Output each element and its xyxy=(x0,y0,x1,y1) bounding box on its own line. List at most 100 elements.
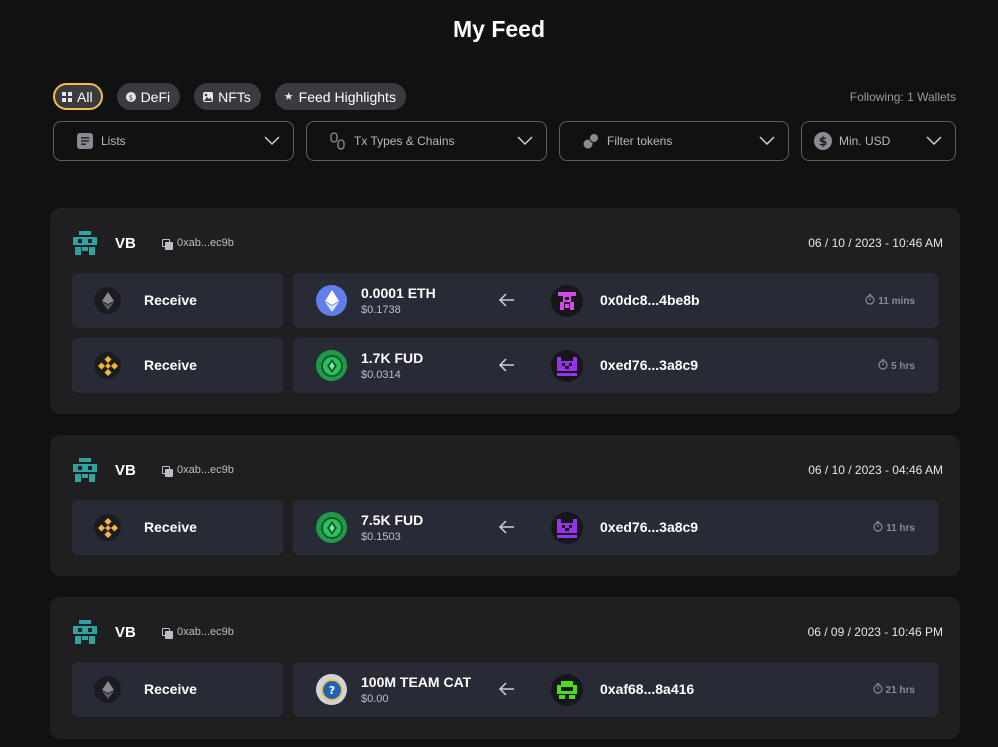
transaction-row: Receive 0.0001 ETH $0.1738 0x0dc8...4be8… xyxy=(72,273,938,328)
token-usd-value: $0.0314 xyxy=(361,369,401,381)
wallet-address[interactable]: 0xab...ec9b xyxy=(162,626,234,639)
lists-dropdown[interactable]: Lists xyxy=(53,121,294,161)
fud-token-icon xyxy=(316,350,347,381)
tx-type-label: Receive xyxy=(144,292,197,308)
token-usd-value: $0.00 xyxy=(361,693,389,705)
image-icon xyxy=(203,91,214,102)
tx-type-cell[interactable]: Receive xyxy=(72,500,283,555)
ethereum-icon xyxy=(94,676,121,703)
copy-icon[interactable] xyxy=(162,465,173,477)
peer-avatar[interactable] xyxy=(551,285,583,317)
arrow-left-icon xyxy=(497,355,517,375)
wallet-name[interactable]: VB xyxy=(115,235,136,252)
arrow-left-icon xyxy=(497,290,517,310)
chip-feed-highlights-label: Feed Highlights xyxy=(298,88,396,105)
wallet-avatar[interactable] xyxy=(73,231,97,255)
wallet-address-text: 0xab...ec9b xyxy=(177,237,234,249)
chevron-down-icon xyxy=(758,132,776,150)
tx-type-cell[interactable]: Receive xyxy=(72,338,283,393)
tx-types-chains-dropdown[interactable]: Tx Types & Chains xyxy=(306,121,547,161)
svg-text:$: $ xyxy=(819,135,827,149)
star-icon: ★ xyxy=(283,91,294,103)
elapsed-time-text: 11 hrs xyxy=(886,522,915,534)
wallet-address-text: 0xab...ec9b xyxy=(177,626,234,638)
list-icon xyxy=(76,132,94,150)
min-usd-dropdown[interactable]: $ Min. USD xyxy=(801,121,956,161)
stopwatch-icon xyxy=(873,521,883,535)
stopwatch-icon xyxy=(878,359,888,373)
elapsed-time-text: 21 hrs xyxy=(885,684,915,696)
peer-address[interactable]: 0xaf68...8a416 xyxy=(600,681,694,697)
wallet-address-text: 0xab...ec9b xyxy=(177,464,234,476)
tx-type-cell[interactable]: Receive xyxy=(72,662,283,717)
peer-address[interactable]: 0xed76...3a8c9 xyxy=(600,519,698,535)
stopwatch-icon xyxy=(872,683,883,697)
eth-token-icon xyxy=(316,285,347,316)
elapsed-time: 21 hrs xyxy=(872,683,915,697)
tx-type-cell[interactable]: Receive xyxy=(72,273,283,328)
coin-icon: $ xyxy=(125,91,136,102)
chip-all-label: All xyxy=(77,88,93,105)
svg-text:$: $ xyxy=(128,94,132,102)
bnb-chain-icon xyxy=(94,352,121,379)
elapsed-time-text: 5 hrs xyxy=(891,360,915,372)
arrow-left-icon xyxy=(497,679,517,699)
card-date: 06 / 10 / 2023 - 10:46 AM xyxy=(808,236,943,250)
transaction-row: Receive ? 100M TEAM CAT $0.00 0xaf68...8… xyxy=(72,662,938,717)
chip-nfts-label: NFTs xyxy=(218,88,251,105)
wallet-name[interactable]: VB xyxy=(115,624,136,641)
chip-all[interactable]: All xyxy=(53,83,103,110)
token-usd-value: $0.1503 xyxy=(361,531,401,543)
wallet-address[interactable]: 0xab...ec9b xyxy=(162,237,234,250)
chip-feed-highlights[interactable]: ★ Feed Highlights xyxy=(274,83,406,110)
elapsed-time-text: 11 mins xyxy=(878,295,915,307)
filter-tokens-dropdown[interactable]: Filter tokens xyxy=(559,121,789,161)
peer-avatar[interactable] xyxy=(551,512,583,544)
copy-icon[interactable] xyxy=(162,238,173,250)
elapsed-time: 11 hrs xyxy=(873,521,915,535)
token-amount: 100M TEAM CAT xyxy=(361,674,472,690)
card-header: VB 0xab...ec9b 06 / 09 / 2023 - 10:46 PM xyxy=(50,597,960,657)
wallet-name[interactable]: VB xyxy=(115,462,136,479)
tx-detail-cell[interactable]: 0.0001 ETH $0.1738 0x0dc8...4be8b 11 min… xyxy=(293,273,938,328)
min-usd-label: Min. USD xyxy=(839,134,891,148)
filter-bar: Lists Tx Types & Chains Filter tokens $ … xyxy=(53,121,956,161)
token-amount: 0.0001 ETH xyxy=(361,285,436,301)
chevron-down-icon xyxy=(925,132,943,150)
arrow-left-icon xyxy=(497,517,517,537)
lists-label: Lists xyxy=(101,134,126,148)
token-usd-value: $0.1738 xyxy=(361,304,401,316)
tx-detail-cell[interactable]: 1.7K FUD $0.0314 0xed76...3a8c9 5 hrs xyxy=(293,338,938,393)
peer-address[interactable]: 0x0dc8...4be8b xyxy=(600,292,700,308)
chevron-down-icon xyxy=(263,132,281,150)
chip-nfts[interactable]: NFTs xyxy=(194,83,261,110)
chevron-down-icon xyxy=(516,132,534,150)
card-date: 06 / 10 / 2023 - 04:46 AM xyxy=(808,463,943,477)
chip-defi[interactable]: $ DeFi xyxy=(116,83,181,110)
copy-icon[interactable] xyxy=(162,627,173,639)
tx-detail-cell[interactable]: 7.5K FUD $0.1503 0xed76...3a8c9 11 hrs xyxy=(293,500,938,555)
wallet-avatar[interactable] xyxy=(73,458,97,482)
peer-avatar[interactable] xyxy=(551,674,583,706)
token-amount: 7.5K FUD xyxy=(361,512,424,528)
token-amount: 1.7K FUD xyxy=(361,350,424,366)
card-header: VB 0xab...ec9b 06 / 10 / 2023 - 04:46 AM xyxy=(50,435,960,495)
tx-detail-cell[interactable]: ? 100M TEAM CAT $0.00 0xaf68...8a416 21 … xyxy=(293,662,938,717)
feed-card: VB 0xab...ec9b 06 / 09 / 2023 - 10:46 PM… xyxy=(50,597,960,739)
tx-type-label: Receive xyxy=(144,357,197,373)
filter-tokens-label: Filter tokens xyxy=(607,134,673,148)
feed-category-chips: All $ DeFi NFTs ★ Feed Highlights xyxy=(53,83,406,110)
elapsed-time: 5 hrs xyxy=(878,359,915,373)
peer-address[interactable]: 0xed76...3a8c9 xyxy=(600,357,698,373)
tx-type-label: Receive xyxy=(144,681,197,697)
unknown-token-icon: ? xyxy=(316,674,347,705)
wallet-avatar[interactable] xyxy=(73,620,97,644)
fud-token-icon xyxy=(316,512,347,543)
wallet-address[interactable]: 0xab...ec9b xyxy=(162,464,234,477)
tokens-icon xyxy=(582,132,600,150)
transaction-row: Receive 7.5K FUD $0.1503 0xed76...3a8c9 … xyxy=(72,500,938,555)
stopwatch-icon xyxy=(865,294,875,308)
peer-avatar[interactable] xyxy=(551,350,583,382)
chains-icon xyxy=(329,132,347,150)
page-title: My Feed xyxy=(452,16,546,42)
